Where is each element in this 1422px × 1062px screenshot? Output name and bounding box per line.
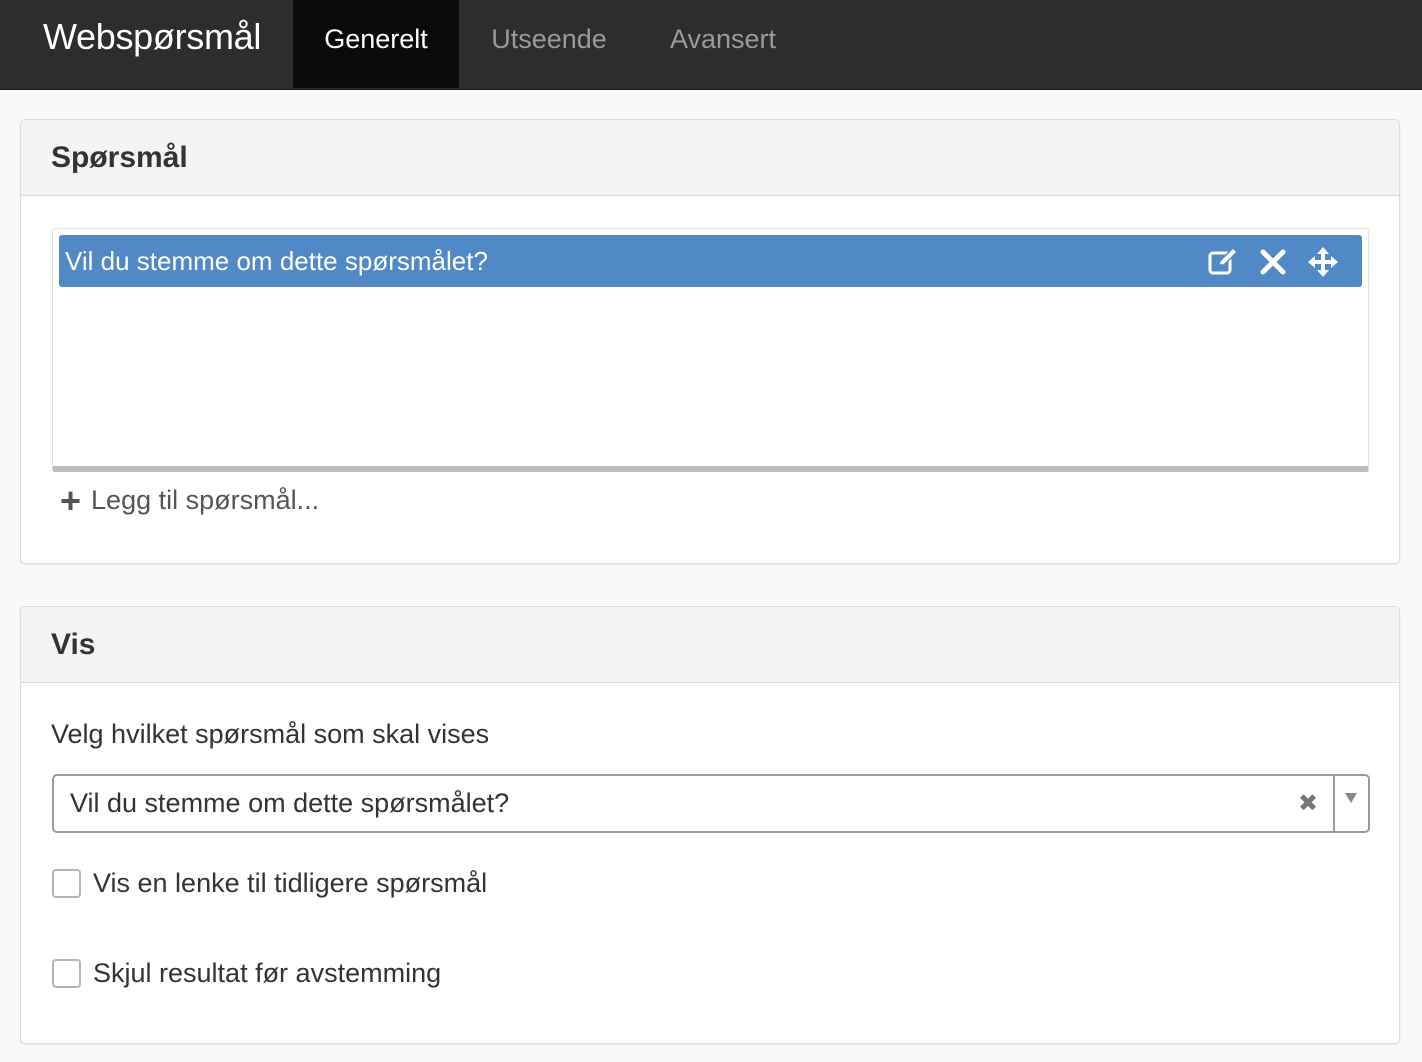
- hide-results-label: Skjul resultat før avstemming: [93, 958, 442, 988]
- tab-utseende[interactable]: Utseende: [470, 0, 628, 88]
- question-select-value: Vil du stemme om dette spørsmålet?: [70, 788, 510, 818]
- hide-results-option[interactable]: Skjul resultat før avstemming: [52, 958, 441, 989]
- question-list: Vil du stemme om dette spørsmålet?: [52, 228, 1369, 472]
- display-panel: Vis Velg hvilket spørsmål som skal vises…: [20, 606, 1400, 1044]
- close-icon[interactable]: [1257, 246, 1289, 278]
- hide-results-checkbox[interactable]: [52, 959, 81, 988]
- chevron-down-icon[interactable]: [1345, 793, 1357, 803]
- add-question-label: Legg til spørsmål...: [91, 485, 320, 515]
- show-previous-link-option[interactable]: Vis en lenke til tidligere spørsmål: [52, 868, 487, 899]
- plus-icon: +: [60, 479, 82, 521]
- add-question-link[interactable]: + Legg til spørsmål...: [60, 479, 320, 521]
- show-previous-link-checkbox[interactable]: [52, 869, 81, 898]
- show-previous-link-label: Vis en lenke til tidligere spørsmål: [93, 868, 488, 898]
- edit-icon[interactable]: [1207, 246, 1239, 278]
- question-list-item[interactable]: Vil du stemme om dette spørsmålet?: [59, 235, 1362, 287]
- questions-panel: Spørsmål Vil du stemme om dette spørsmål…: [20, 119, 1400, 564]
- select-divider: [1333, 776, 1335, 831]
- question-select[interactable]: Vil du stemme om dette spørsmålet? ✖: [52, 774, 1370, 833]
- questions-panel-heading: Spørsmål: [21, 120, 1399, 196]
- display-panel-heading: Vis: [21, 607, 1399, 683]
- tab-generelt[interactable]: Generelt: [293, 0, 459, 88]
- top-navbar: Webspørsmål Generelt Utseende Avansert: [0, 0, 1422, 90]
- clear-selection-icon[interactable]: ✖: [1298, 776, 1318, 831]
- app-title: Webspørsmål: [43, 16, 262, 57]
- move-icon[interactable]: [1307, 246, 1339, 278]
- question-text: Vil du stemme om dette spørsmålet?: [65, 246, 488, 276]
- select-question-label: Velg hvilket spørsmål som skal vises: [51, 719, 490, 749]
- tab-avansert[interactable]: Avansert: [646, 0, 800, 88]
